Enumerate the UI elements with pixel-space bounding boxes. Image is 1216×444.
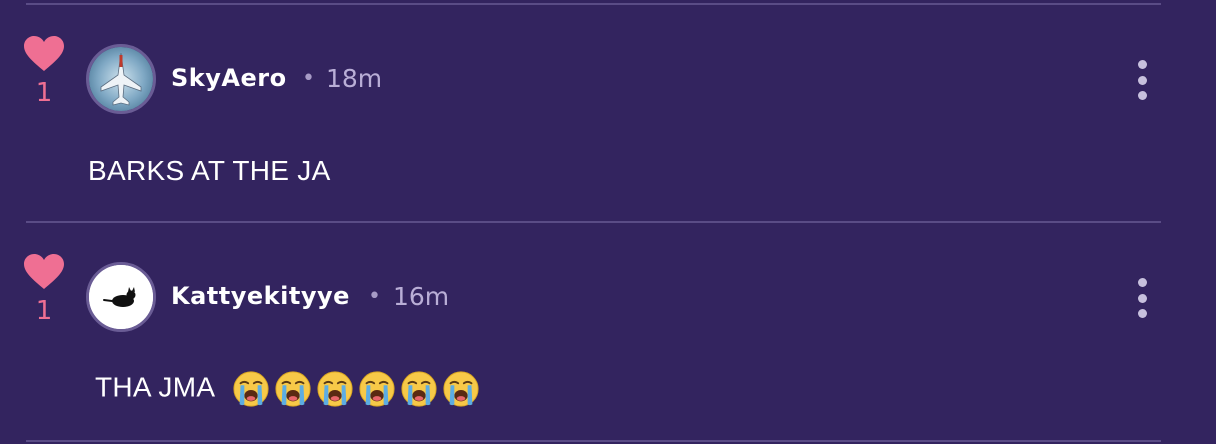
like-control[interactable]: 1 <box>24 254 64 326</box>
divider <box>26 440 1161 442</box>
loudly-crying-face-icon <box>443 371 479 407</box>
loudly-crying-face-icon <box>317 371 353 407</box>
username[interactable]: Kattyekityye <box>171 282 350 310</box>
like-count: 1 <box>35 78 53 108</box>
black-cat-icon <box>89 265 153 329</box>
divider <box>26 221 1161 223</box>
separator-dot: • <box>368 284 381 309</box>
username[interactable]: SkyAero <box>171 64 287 92</box>
comment-text: BARKS AT THE JA <box>88 155 331 186</box>
timestamp: 18m <box>326 64 383 93</box>
like-control[interactable]: 1 <box>24 36 64 108</box>
more-options-icon[interactable] <box>1128 278 1156 318</box>
loudly-crying-face-icon <box>359 371 395 407</box>
fighter-jet-icon <box>89 47 153 111</box>
loudly-crying-face-icon <box>233 371 269 407</box>
loudly-crying-face-icon <box>401 371 437 407</box>
divider <box>26 3 1161 5</box>
heart-icon[interactable] <box>24 254 64 290</box>
comment-text: THA JMA <box>95 371 214 403</box>
separator-dot: • <box>302 66 315 91</box>
timestamp: 16m <box>393 282 450 311</box>
comments-list: 1 SkyAero • 18m BARKS AT THE JA 1 Kattye… <box>0 0 1216 444</box>
more-options-icon[interactable] <box>1128 60 1156 100</box>
avatar[interactable] <box>86 44 156 114</box>
emoji-row <box>232 370 484 408</box>
heart-icon[interactable] <box>24 36 64 72</box>
comment-text-row: THA JMA <box>95 370 484 408</box>
avatar[interactable] <box>86 262 156 332</box>
loudly-crying-face-icon <box>275 371 311 407</box>
like-count: 1 <box>35 296 53 326</box>
